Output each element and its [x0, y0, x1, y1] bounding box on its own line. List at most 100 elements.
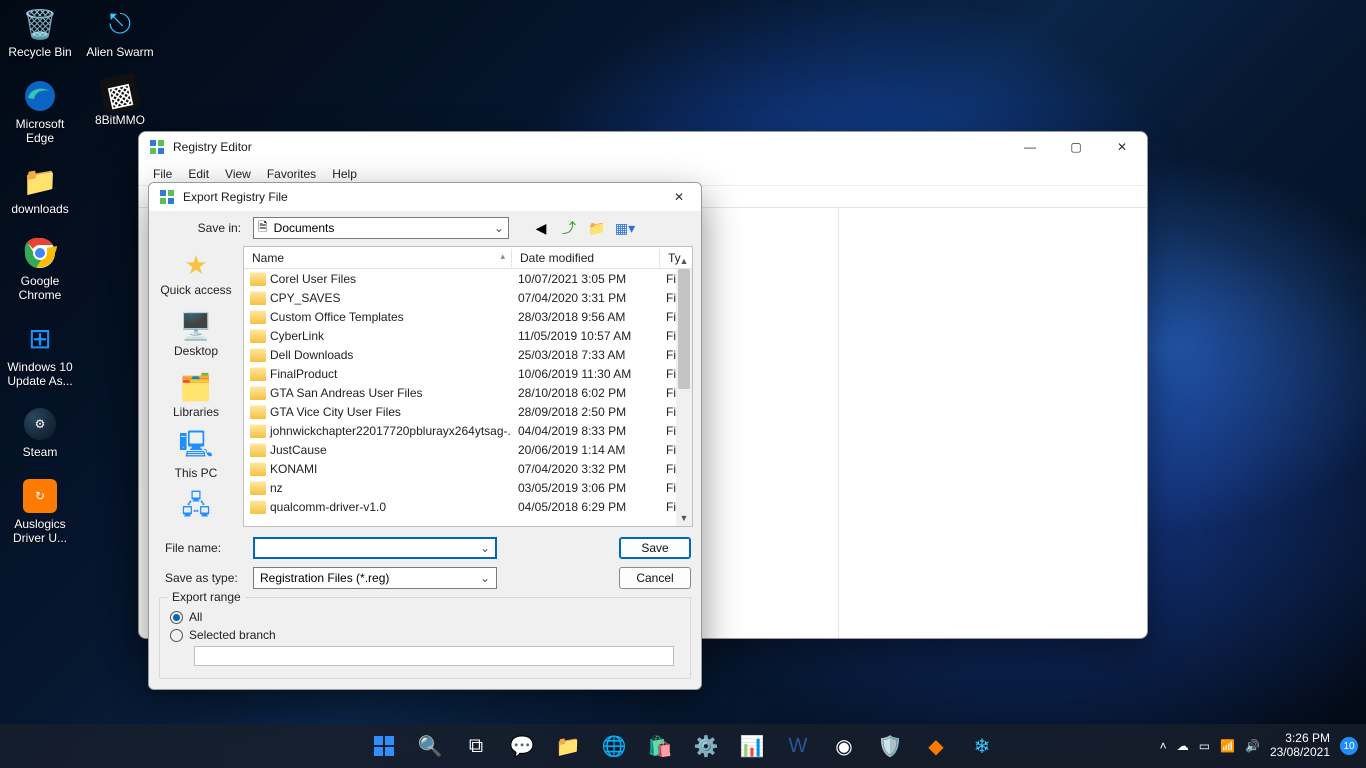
cell-name: GTA Vice City User Files — [244, 405, 512, 419]
selected-branch-input[interactable] — [194, 646, 674, 666]
save-button[interactable]: Save — [619, 537, 691, 559]
export-range-selected[interactable]: Selected branch — [170, 628, 680, 642]
auslogics-icon: ↻ — [20, 476, 60, 516]
desktop-icon-steam[interactable]: ⚙ Steam — [4, 404, 76, 460]
cell-date: 28/03/2018 9:56 AM — [512, 310, 660, 324]
cell-name: CPY_SAVES — [244, 291, 512, 305]
cancel-button[interactable]: Cancel — [619, 567, 691, 589]
close-button[interactable]: ✕ — [1099, 132, 1145, 162]
search-button[interactable]: 🔍 — [411, 727, 449, 765]
desktop-icons: 🗑️ Recycle Bin ⎋ Alien Swarm Microsoft E… — [4, 4, 156, 546]
store-button[interactable]: 🛍️ — [641, 727, 679, 765]
app-button-2[interactable]: ❄ — [963, 727, 1001, 765]
file-name-input[interactable]: ⌄ — [253, 537, 497, 559]
folder-icon — [250, 481, 266, 495]
back-button[interactable]: ◀ — [531, 218, 551, 238]
export-range-group: Export range All Selected branch — [159, 597, 691, 679]
export-range-all[interactable]: All — [170, 610, 680, 624]
cell-date: 28/10/2018 6:02 PM — [512, 386, 660, 400]
desktop-icon-chrome[interactable]: Google Chrome — [4, 233, 76, 303]
desktop-icon-recycle-bin[interactable]: 🗑️ Recycle Bin — [4, 4, 76, 60]
security-button[interactable]: 🛡️ — [871, 727, 909, 765]
file-list-header[interactable]: Name Date modified Ty — [244, 247, 692, 269]
export-close-button[interactable]: ✕ — [659, 183, 699, 211]
new-folder-button[interactable]: 📁 — [587, 218, 607, 238]
table-row[interactable]: Dell Downloads25/03/2018 7:33 AMFil — [244, 345, 692, 364]
menu-view[interactable]: View — [217, 165, 259, 183]
desktop-icon-downloads[interactable]: 📁 downloads — [4, 161, 76, 217]
file-name-field[interactable] — [260, 541, 476, 555]
scroll-down-icon[interactable]: ▼ — [676, 510, 692, 526]
save-as-type-combo[interactable]: Registration Files (*.reg) ⌄ — [253, 567, 497, 589]
maximize-button[interactable]: ▢ — [1053, 132, 1099, 162]
table-row[interactable]: CyberLink11/05/2019 10:57 AMFil — [244, 326, 692, 345]
start-button[interactable] — [365, 727, 403, 765]
up-one-level-button[interactable]: ⤴ — [559, 218, 579, 238]
export-registry-dialog[interactable]: Export Registry File ✕ Save in: 🗎 Docume… — [148, 182, 702, 690]
menu-help[interactable]: Help — [324, 165, 365, 183]
settings-button[interactable]: ⚙️ — [687, 727, 725, 765]
regedit-values-pane[interactable] — [839, 208, 1147, 638]
taskbar[interactable]: 🔍 ⧉ 💬 📁 🌐 🛍️ ⚙️ 📊 W ◉ 🛡️ ◆ ❄ ˄ ☁ ▭ 📶 🔊 3… — [0, 724, 1366, 768]
view-menu-button[interactable]: ▦▾ — [615, 218, 635, 238]
export-title: Export Registry File — [183, 190, 659, 204]
file-explorer-button[interactable]: 📁 — [549, 727, 587, 765]
table-row[interactable]: qualcomm-driver-v1.004/05/2018 6:29 PMFi… — [244, 497, 692, 516]
notification-badge[interactable]: 10 — [1340, 737, 1358, 755]
table-row[interactable]: Custom Office Templates28/03/2018 9:56 A… — [244, 307, 692, 326]
menu-favorites[interactable]: Favorites — [259, 165, 324, 183]
export-titlebar[interactable]: Export Registry File ✕ — [149, 183, 701, 211]
place-libraries[interactable]: 🗂️Libraries — [173, 372, 219, 419]
chrome-button[interactable]: ◉ — [825, 727, 863, 765]
wifi-icon[interactable]: 📶 — [1220, 739, 1235, 753]
regedit-titlebar[interactable]: Registry Editor ― ▢ ✕ — [139, 132, 1147, 162]
scroll-up-icon[interactable]: ▲ — [676, 253, 692, 269]
table-row[interactable]: GTA Vice City User Files28/09/2018 2:50 … — [244, 402, 692, 421]
place-quick-access[interactable]: ★Quick access — [160, 250, 231, 297]
table-row[interactable]: nz03/05/2019 3:06 PMFil — [244, 478, 692, 497]
chrome-icon — [20, 233, 60, 273]
8bitmmo-icon: ▩ — [99, 72, 142, 115]
edge-button[interactable]: 🌐 — [595, 727, 633, 765]
table-row[interactable]: Corel User Files10/07/2021 3:05 PMFil — [244, 269, 692, 288]
table-row[interactable]: KONAMI07/04/2020 3:32 PMFil — [244, 459, 692, 478]
task-view-button[interactable]: ⧉ — [457, 727, 495, 765]
table-row[interactable]: JustCause20/06/2019 1:14 AMFil — [244, 440, 692, 459]
table-row[interactable]: johnwickchapter22017720pblurayx264ytsag-… — [244, 421, 692, 440]
chat-button[interactable]: 💬 — [503, 727, 541, 765]
file-list-rows[interactable]: Corel User Files10/07/2021 3:05 PMFilCPY… — [244, 269, 692, 526]
table-row[interactable]: CPY_SAVES07/04/2020 3:31 PMFil — [244, 288, 692, 307]
place-this-pc[interactable]: 🖳This PC — [175, 433, 218, 480]
scrollbar-thumb[interactable] — [678, 269, 690, 389]
desktop-icon-win10-update[interactable]: ⊞ Windows 10 Update As... — [4, 319, 76, 389]
word-button[interactable]: W — [779, 727, 817, 765]
minimize-button[interactable]: ― — [1007, 132, 1053, 162]
taskbar-clock[interactable]: 3:26 PM 23/08/2021 — [1270, 732, 1330, 760]
cell-date: 20/06/2019 1:14 AM — [512, 443, 660, 457]
column-date-modified[interactable]: Date modified — [512, 249, 660, 267]
cell-name: Dell Downloads — [244, 348, 512, 362]
chevron-down-icon[interactable]: ⌄ — [476, 541, 490, 555]
system-tray[interactable]: ˄ ☁ ▭ 📶 🔊 3:26 PM 23/08/2021 10 — [1160, 732, 1358, 760]
volume-icon[interactable]: 🔊 — [1245, 739, 1260, 753]
desktop-icon-auslogics[interactable]: ↻ Auslogics Driver U... — [4, 476, 76, 546]
tray-overflow-icon[interactable]: ˄ — [1160, 739, 1167, 753]
app-button-1[interactable]: ◆ — [917, 727, 955, 765]
battery-icon[interactable]: ▭ — [1199, 739, 1210, 753]
table-row[interactable]: GTA San Andreas User Files28/10/2018 6:0… — [244, 383, 692, 402]
menu-edit[interactable]: Edit — [180, 165, 217, 183]
folder-icon — [250, 462, 266, 476]
desktop-icon-edge[interactable]: Microsoft Edge — [4, 76, 76, 146]
file-name-label: File name: — [159, 541, 253, 555]
table-row[interactable]: FinalProduct10/06/2019 11:30 AMFil — [244, 364, 692, 383]
column-name[interactable]: Name — [244, 249, 512, 267]
save-as-type-label: Save as type: — [159, 571, 253, 585]
menu-file[interactable]: File — [145, 165, 180, 183]
place-desktop[interactable]: 🖥️Desktop — [174, 311, 218, 358]
desktop-icon-alien-swarm[interactable]: ⎋ Alien Swarm — [84, 4, 156, 60]
onedrive-icon[interactable]: ☁ — [1177, 739, 1189, 753]
save-in-combo[interactable]: 🗎 Documents ⌄ — [253, 217, 509, 239]
task-manager-button[interactable]: 📊 — [733, 727, 771, 765]
scrollbar[interactable]: ▲ ▼ — [676, 269, 692, 526]
file-list[interactable]: Name Date modified Ty Corel User Files10… — [243, 246, 693, 527]
